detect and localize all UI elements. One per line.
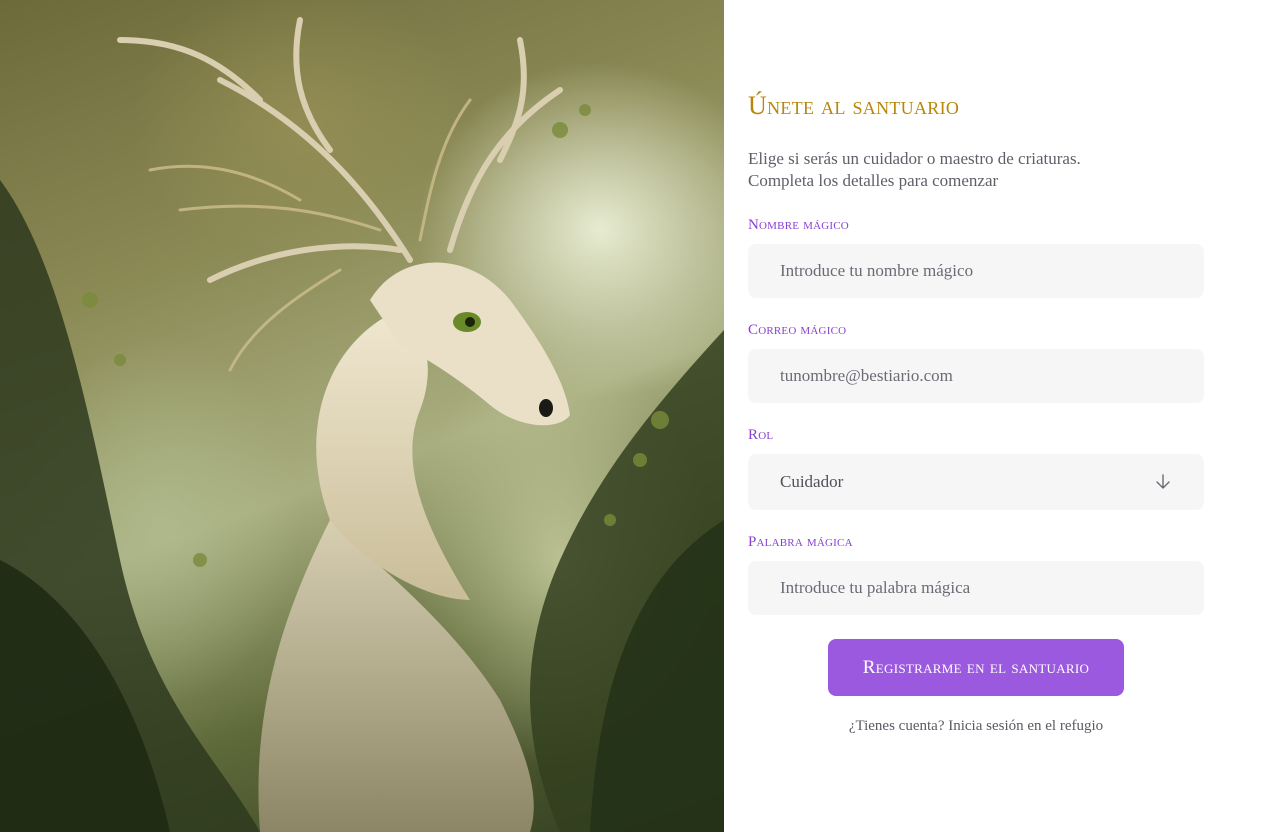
- email-input[interactable]: [748, 349, 1204, 403]
- signup-panel: Únete al santuario Elige si serás un cui…: [724, 0, 1280, 832]
- password-input[interactable]: [748, 561, 1204, 615]
- name-label: Nombre mágico: [748, 217, 849, 233]
- hero-illustration: [0, 0, 724, 832]
- role-label: Rol: [748, 427, 774, 443]
- email-label: Correo mágico: [748, 322, 847, 338]
- name-input[interactable]: [748, 244, 1204, 298]
- page-title: Únete al santuario: [748, 91, 960, 120]
- page-subtitle: Elige si serás un cuidador o maestro de …: [748, 148, 1208, 192]
- role-select[interactable]: Cuidador: [748, 454, 1204, 510]
- dragon-illustration: [0, 17, 724, 832]
- register-button[interactable]: Registrarme en el santuario: [828, 639, 1124, 696]
- login-prompt: ¿Tienes cuenta? Inicia sesión en el refu…: [724, 718, 1228, 735]
- signup-page: Únete al santuario Elige si serás un cui…: [0, 0, 1280, 832]
- role-select-value: Cuidador: [780, 472, 844, 491]
- login-link[interactable]: ¿Tienes cuenta? Inicia sesión en el refu…: [849, 718, 1103, 734]
- arrow-down-icon: [1156, 474, 1170, 489]
- password-label: Palabra mágica: [748, 534, 853, 550]
- subtitle-line-1: Elige si serás un cuidador o maestro de …: [748, 149, 1081, 168]
- subtitle-line-2: Completa los detalles para comenzar: [748, 171, 999, 190]
